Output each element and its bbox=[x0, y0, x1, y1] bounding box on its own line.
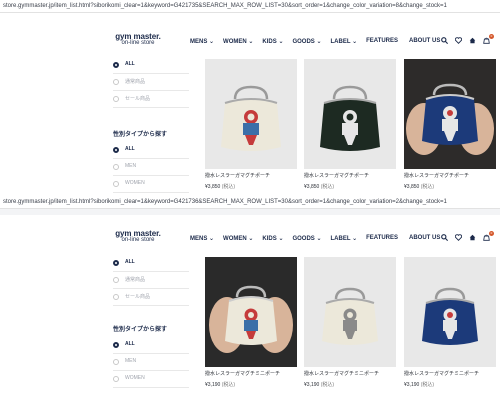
nav-features[interactable]: FEATURES bbox=[366, 235, 398, 242]
store-page-2: gym master. on-line store MENS ⌄ WOMEN ⌄… bbox=[0, 215, 500, 408]
nav-about-us[interactable]: ABOUT US bbox=[409, 38, 440, 45]
filter-gender-women[interactable]: WOMEN bbox=[113, 373, 189, 388]
home-icon[interactable] bbox=[469, 37, 476, 46]
filter-stock-all[interactable]: ALL bbox=[113, 257, 189, 272]
url-bar[interactable]: store.gymmaster.jp/item_list.html?sibori… bbox=[0, 196, 500, 209]
radio-icon bbox=[113, 181, 119, 187]
radio-icon bbox=[113, 79, 119, 85]
store-logo[interactable]: gym master. on-line store bbox=[113, 32, 163, 46]
nav-about-us[interactable]: ABOUT US bbox=[409, 235, 440, 242]
home-icon[interactable] bbox=[469, 234, 476, 243]
product-card[interactable]: 撥水レスラーガマグチミニポーチ ¥3,190 (税込) bbox=[304, 257, 396, 388]
radio-icon bbox=[113, 96, 119, 102]
filter-label: セール商品 bbox=[125, 294, 151, 300]
filter-stock-all[interactable]: ALL bbox=[113, 59, 189, 74]
nav-goods[interactable]: GOODS ⌄ bbox=[292, 38, 321, 45]
product-name[interactable]: 撥水レスラーガマグチミニポーチ bbox=[404, 370, 496, 377]
nav-mens[interactable]: MENS ⌄ bbox=[190, 38, 214, 45]
filter-label: WOMEN bbox=[125, 180, 145, 186]
product-name[interactable]: 撥水レスラーガマグチポーチ bbox=[205, 172, 297, 179]
filter-label: MEN bbox=[125, 358, 137, 364]
gender-filter-heading: 性別タイプから探す bbox=[113, 327, 168, 333]
filter-gender-men[interactable]: MEN bbox=[113, 161, 189, 176]
product-image[interactable] bbox=[404, 257, 496, 367]
radio-selected-icon bbox=[113, 62, 119, 68]
nav-label[interactable]: LABEL ⌄ bbox=[331, 38, 358, 45]
search-icon[interactable] bbox=[441, 234, 449, 243]
nav-women[interactable]: WOMEN ⌄ bbox=[223, 38, 253, 45]
nav-mens[interactable]: MENS ⌄ bbox=[190, 235, 214, 242]
nav-kids[interactable]: KIDS ⌄ bbox=[262, 235, 283, 242]
product-name[interactable]: 撥水レスラーガマグチポーチ bbox=[304, 172, 396, 179]
radio-icon bbox=[113, 376, 119, 382]
filter-gender-all[interactable]: ALL bbox=[113, 339, 189, 354]
filter-label: WOMEN bbox=[125, 375, 145, 381]
filter-label: ALL bbox=[125, 146, 135, 152]
radio-selected-icon bbox=[113, 260, 119, 266]
radio-selected-icon bbox=[113, 342, 119, 348]
main-nav: MENS ⌄ WOMEN ⌄ KIDS ⌄ GOODS ⌄ LABEL ⌄ FE… bbox=[190, 38, 440, 45]
radio-selected-icon bbox=[113, 147, 119, 153]
product-image[interactable] bbox=[304, 59, 396, 169]
product-card[interactable]: 撥水レスラーガマグチポーチ ¥3,850 (税込) bbox=[404, 59, 496, 190]
radio-icon bbox=[113, 164, 119, 170]
cart-count-badge: 0 bbox=[489, 231, 494, 236]
nav-goods[interactable]: GOODS ⌄ bbox=[292, 235, 321, 242]
product-price: ¥3,850 (税込) bbox=[304, 184, 335, 190]
filter-label: 通常商品 bbox=[125, 79, 146, 85]
product-image[interactable] bbox=[404, 59, 496, 169]
heart-icon[interactable] bbox=[454, 234, 463, 243]
heart-icon[interactable] bbox=[454, 37, 463, 46]
filter-stock-sale[interactable]: セール商品 bbox=[113, 93, 189, 108]
product-price: ¥3,850 (税込) bbox=[205, 184, 236, 190]
product-price: ¥3,850 (税込) bbox=[404, 184, 435, 190]
product-image[interactable] bbox=[205, 59, 297, 169]
search-icon[interactable] bbox=[441, 37, 449, 46]
radio-icon bbox=[113, 277, 119, 283]
product-price: ¥3,190 (税込) bbox=[304, 382, 335, 388]
nav-features[interactable]: FEATURES bbox=[366, 38, 398, 45]
main-nav: MENS ⌄ WOMEN ⌄ KIDS ⌄ GOODS ⌄ LABEL ⌄ FE… bbox=[190, 235, 440, 242]
nav-women[interactable]: WOMEN ⌄ bbox=[223, 235, 253, 242]
filter-gender-men[interactable]: MEN bbox=[113, 356, 189, 371]
filter-label: ALL bbox=[125, 259, 135, 265]
filter-gender-all[interactable]: ALL bbox=[113, 144, 189, 159]
filter-label: ALL bbox=[125, 61, 135, 67]
filter-label: 通常商品 bbox=[125, 277, 146, 283]
gender-filter-heading: 性別タイプから探す bbox=[113, 132, 168, 138]
url-bar[interactable]: store.gymmaster.jp/item_list.html?sibori… bbox=[0, 0, 500, 13]
store-logo[interactable]: gym master. on-line store bbox=[113, 229, 163, 243]
product-card[interactable]: 撥水レスラーガマグチミニポーチ ¥3,190 (税込) bbox=[404, 257, 496, 388]
filter-stock-regular[interactable]: 通常商品 bbox=[113, 274, 189, 289]
filter-gender-women[interactable]: WOMEN bbox=[113, 178, 189, 193]
product-card[interactable]: 撥水レスラーガマグチミニポーチ ¥3,190 (税込) bbox=[205, 257, 297, 388]
product-image[interactable] bbox=[205, 257, 297, 367]
filter-label: セール商品 bbox=[125, 96, 151, 102]
radio-icon bbox=[113, 294, 119, 300]
product-image[interactable] bbox=[304, 257, 396, 367]
product-price: ¥3,190 (税込) bbox=[205, 382, 236, 388]
filter-stock-regular[interactable]: 通常商品 bbox=[113, 76, 189, 91]
product-name[interactable]: 撥水レスラーガマグチミニポーチ bbox=[304, 370, 396, 377]
nav-kids[interactable]: KIDS ⌄ bbox=[262, 38, 283, 45]
product-price: ¥3,190 (税込) bbox=[404, 382, 435, 388]
product-card[interactable]: 撥水レスラーガマグチポーチ ¥3,850 (税込) bbox=[205, 59, 297, 190]
nav-label[interactable]: LABEL ⌄ bbox=[331, 235, 358, 242]
store-page-1: gym master. on-line store MENS ⌄ WOMEN ⌄… bbox=[0, 14, 500, 194]
filter-label: MEN bbox=[125, 163, 137, 169]
filter-label: ALL bbox=[125, 341, 135, 347]
product-card[interactable]: 撥水レスラーガマグチポーチ ¥3,850 (税込) bbox=[304, 59, 396, 190]
radio-icon bbox=[113, 359, 119, 365]
filter-stock-sale[interactable]: セール商品 bbox=[113, 291, 189, 306]
product-name[interactable]: 撥水レスラーガマグチポーチ bbox=[404, 172, 496, 179]
product-name[interactable]: 撥水レスラーガマグチミニポーチ bbox=[205, 370, 297, 377]
cart-count-badge: 0 bbox=[489, 34, 494, 39]
